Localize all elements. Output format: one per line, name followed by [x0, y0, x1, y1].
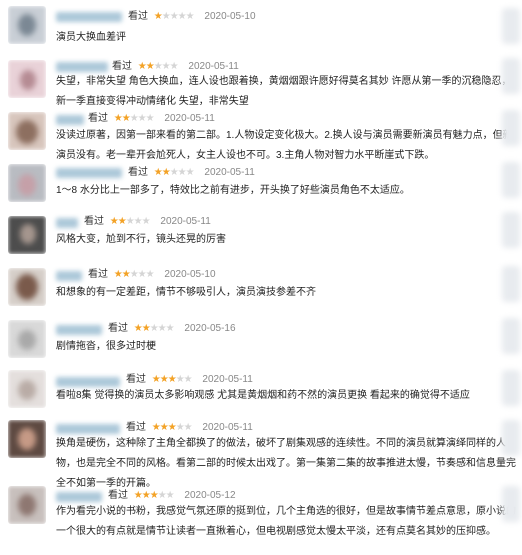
action-blurred[interactable]	[502, 420, 520, 456]
watched-label: 看过	[88, 269, 108, 280]
avatar[interactable]	[8, 420, 46, 458]
review-meta: 看过 ★★★★★ 2020-05-11	[88, 113, 215, 125]
username-blurred[interactable]	[56, 168, 122, 178]
review-text: 换角是硬伤，这种除了主角全都换了的做法，破坏了剧集观感的连续性。不同的演员就算演…	[56, 438, 516, 489]
review-meta: 看过 ★★★★★ 2020-05-12	[108, 490, 236, 502]
review-text: 没读过原著，因第一部来看的第二部。1.人物设定变化极大。2.换人设与演员需要新演…	[56, 130, 513, 161]
username-blurred[interactable]	[56, 325, 102, 335]
review-meta: 看过 ★★★★★ 2020-05-16	[108, 323, 236, 335]
review-text: 作为看完小说的书粉，我感觉气氛还原的挺到位，几个主角选的很好，但是故事情节差点意…	[56, 506, 516, 537]
review-text: 看啦8集 觉得换的演员太多影响观感 尤其是黄烟烟和药不然的演员更换 看起来的确觉…	[56, 390, 470, 401]
rating-stars: ★★★★★	[113, 113, 155, 124]
action-blurred[interactable]	[502, 162, 520, 198]
avatar[interactable]	[8, 216, 46, 254]
avatar[interactable]	[8, 164, 46, 202]
watched-label: 看过	[112, 61, 132, 72]
review-text: 演员大换血差评	[56, 32, 126, 43]
avatar[interactable]	[8, 60, 46, 98]
username-blurred[interactable]	[56, 271, 82, 281]
rating-stars: ★★★★★	[151, 374, 193, 385]
review-text: 失望，非常失望 角色大换血，连人设也跟着换，黄烟烟跟许愿好得莫名其妙 许愿从第一…	[56, 76, 512, 107]
watched-label: 看过	[84, 216, 104, 227]
action-blurred[interactable]	[502, 58, 520, 94]
rating-stars: ★★★★★	[153, 167, 195, 178]
review-date: 2020-05-16	[184, 323, 236, 334]
review-meta: 看过 ★★★★★ 2020-05-11	[126, 422, 253, 434]
review-date: 2020-05-11	[204, 167, 255, 178]
watched-label: 看过	[126, 374, 146, 385]
watched-label: 看过	[126, 422, 146, 433]
review-date: 2020-05-11	[188, 61, 239, 72]
rating-stars: ★★★★★	[133, 323, 175, 334]
review-meta: 看过 ★★★★★ 2020-05-10	[128, 11, 256, 23]
username-blurred[interactable]	[56, 424, 120, 434]
username-blurred[interactable]	[56, 12, 122, 22]
review-text: 风格大变，尬到不行，镜头还晃的厉害	[56, 234, 226, 245]
username-blurred[interactable]	[56, 218, 78, 228]
watched-label: 看过	[108, 323, 128, 334]
review-date: 2020-05-10	[164, 269, 216, 280]
watched-label: 看过	[128, 167, 148, 178]
action-blurred[interactable]	[502, 212, 520, 248]
review-meta: 看过 ★★★★★ 2020-05-10	[88, 269, 216, 281]
action-blurred[interactable]	[502, 266, 520, 302]
review-date: 2020-05-10	[204, 11, 256, 22]
action-blurred[interactable]	[502, 318, 520, 354]
review-date: 2020-05-11	[164, 113, 215, 124]
review-text: 和想象的有一定差距，情节不够吸引人，演员演技参差不齐	[56, 287, 316, 298]
action-blurred[interactable]	[502, 486, 520, 522]
avatar[interactable]	[8, 112, 46, 150]
username-blurred[interactable]	[56, 492, 102, 502]
action-blurred[interactable]	[502, 370, 520, 406]
review-text: 1～8 水分比上一部多了，特效比之前有进步，开头换了好些演员角色不太适应。	[56, 185, 410, 196]
action-blurred[interactable]	[502, 110, 520, 146]
rating-stars: ★★★★★	[151, 422, 193, 433]
rating-stars: ★★★★★	[113, 269, 155, 280]
avatar[interactable]	[8, 268, 46, 306]
rating-stars: ★★★★★	[133, 490, 175, 501]
review-date: 2020-05-11	[202, 422, 253, 433]
avatar[interactable]	[8, 370, 46, 408]
review-meta: 看过 ★★★★★ 2020-05-11	[84, 216, 211, 228]
rating-stars: ★★★★★	[109, 216, 151, 227]
avatar[interactable]	[8, 320, 46, 358]
action-blurred[interactable]	[502, 8, 520, 44]
review-text: 剧情拖沓，很多过时梗	[56, 341, 156, 352]
watched-label: 看过	[128, 11, 148, 22]
username-blurred[interactable]	[56, 62, 108, 72]
watched-label: 看过	[108, 490, 128, 501]
review-meta: 看过 ★★★★★ 2020-05-11	[126, 374, 253, 386]
review-date: 2020-05-11	[160, 216, 211, 227]
watched-label: 看过	[88, 113, 108, 124]
review-meta: 看过 ★★★★★ 2020-05-11	[128, 167, 255, 179]
avatar[interactable]	[8, 6, 46, 44]
rating-stars: ★★★★★	[153, 11, 195, 22]
review-date: 2020-05-11	[202, 374, 253, 385]
review-date: 2020-05-12	[184, 490, 236, 501]
avatar[interactable]	[8, 486, 46, 524]
username-blurred[interactable]	[56, 115, 84, 125]
